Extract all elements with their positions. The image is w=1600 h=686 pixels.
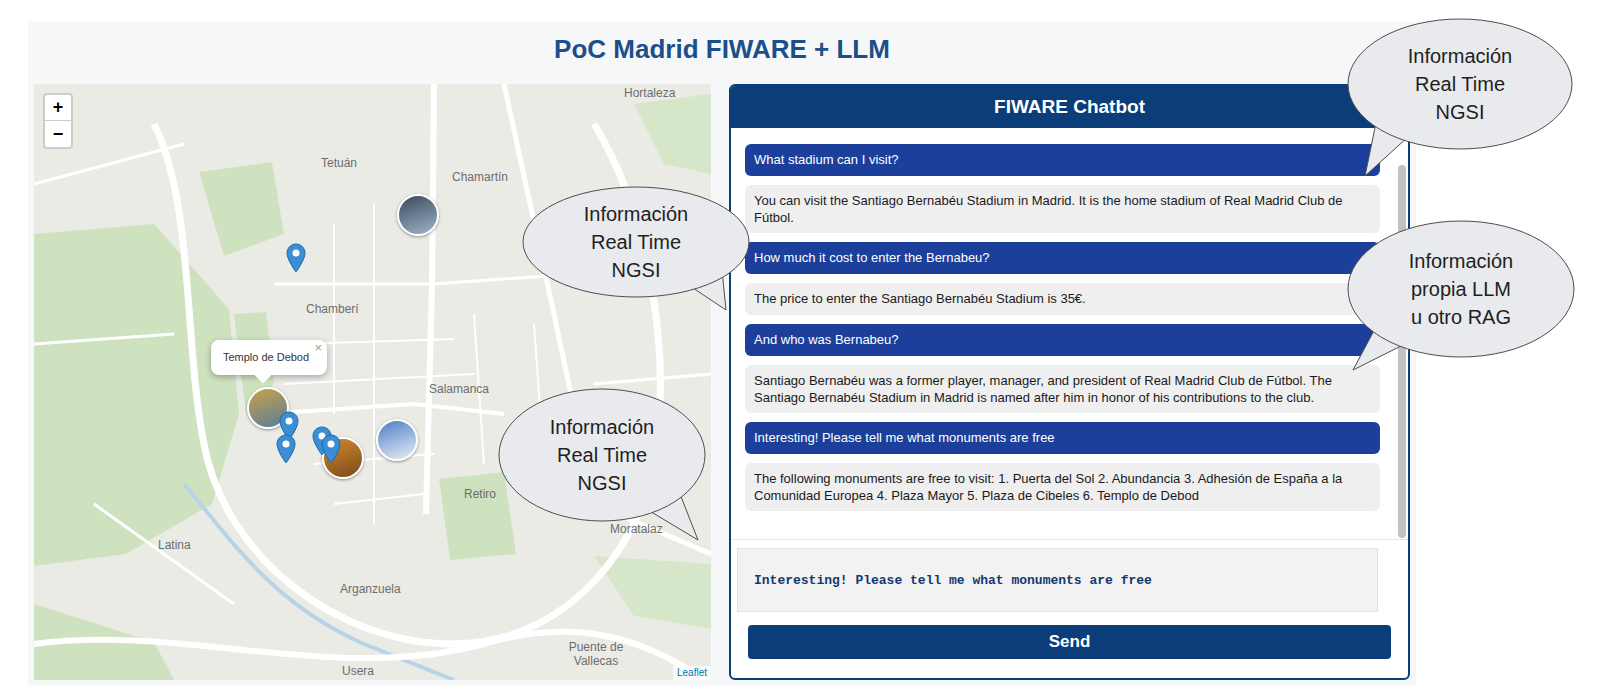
pin-icon[interactable] — [286, 243, 306, 273]
callout-line: NGSI — [578, 469, 627, 497]
message-text: What stadium can I visit? — [754, 152, 899, 167]
send-button[interactable]: Send — [748, 625, 1391, 659]
message-text: And who was Bernabeu? — [754, 332, 899, 347]
message-text: How much it cost to enter the Bernabeu? — [754, 250, 990, 265]
bot-message: You can visit the Santiago Bernabéu Stad… — [745, 185, 1380, 233]
callout-line: NGSI — [1436, 98, 1485, 126]
map[interactable]: Hortaleza Tetuán Chamartín Chamberí Salamanc… — [34, 84, 711, 680]
map-popup: Templo de Debod × — [211, 340, 327, 375]
callout-line: NGSI — [612, 256, 661, 284]
callout-line: Información — [550, 413, 655, 441]
popup-tip — [255, 367, 272, 384]
chat-header: FIWARE Chatbot — [731, 86, 1408, 128]
message-text: Interesting! Please tell me what monumen… — [754, 430, 1055, 445]
page-title: PoC Madrid FIWARE + LLM — [554, 33, 890, 65]
photo-marker-icon[interactable] — [397, 194, 439, 236]
callout-text: InformaciónReal TimeNGSI — [498, 388, 706, 522]
message-list: What stadium can I visit? You can visit t… — [731, 128, 1408, 511]
pin-icon[interactable] — [321, 434, 341, 464]
callout: InformaciónReal TimeNGSI — [498, 388, 706, 522]
map-label: Salamanca — [429, 382, 489, 396]
user-message: What stadium can I visit? — [745, 144, 1380, 176]
callout-line: Real Time — [1415, 70, 1505, 98]
map-attribution[interactable]: Leaflet — [673, 666, 711, 680]
callout-layer: InformaciónReal TimeNGSIInformaciónpropi… — [0, 0, 1600, 686]
message-input[interactable] — [737, 548, 1378, 612]
callout-line: Información — [1408, 42, 1513, 70]
bot-message: The price to enter the Santiago Bernabéu… — [745, 283, 1380, 315]
map-label: Chamartín — [452, 170, 508, 184]
callout-line: propia LLM — [1411, 275, 1511, 303]
popup-text: Templo de Debod — [223, 349, 309, 366]
pin-icon[interactable] — [276, 434, 296, 464]
message-text: Santiago Bernabéu was a former player, m… — [754, 373, 1332, 405]
callout-text: Informaciónpropia LLMu otro RAG — [1347, 220, 1575, 358]
callout: Informaciónpropia LLMu otro RAG — [1347, 220, 1575, 358]
message-text: The following monuments are free to visi… — [754, 471, 1342, 503]
callout: InformaciónReal TimeNGSI — [1347, 18, 1573, 150]
chat-panel: FIWARE Chatbot What stadium can I visit?… — [729, 84, 1410, 680]
popup-close-button[interactable]: × — [314, 341, 322, 355]
user-message: How much it cost to enter the Bernabeu? — [745, 242, 1380, 274]
callout-text: InformaciónReal TimeNGSI — [1347, 18, 1573, 150]
map-label: Arganzuela — [340, 582, 401, 596]
map-label: Retiro — [464, 487, 496, 501]
user-message: Interesting! Please tell me what monumen… — [745, 422, 1380, 454]
callout-line: u otro RAG — [1411, 303, 1511, 331]
callout-line: Real Time — [591, 228, 681, 256]
callout: InformaciónReal TimeNGSI — [522, 186, 750, 298]
callout-text: InformaciónReal TimeNGSI — [522, 186, 750, 298]
map-label: Latina — [158, 538, 191, 552]
composer: Send — [731, 539, 1408, 678]
zoom-out-button[interactable]: − — [45, 121, 71, 147]
chat-title: FIWARE Chatbot — [994, 93, 1145, 122]
zoom-control: +− — [43, 93, 73, 149]
map-label: Moratalaz — [610, 522, 663, 536]
message-text: You can visit the Santiago Bernabéu Stad… — [754, 193, 1342, 225]
map-label: Chamberí — [306, 302, 359, 316]
map-label: Puente de Vallecas — [564, 640, 628, 668]
bot-message: Santiago Bernabéu was a former player, m… — [745, 365, 1380, 413]
title-bar: PoC Madrid FIWARE + LLM — [28, 22, 1416, 84]
content-row: Hortaleza Tetuán Chamartín Chamberí Salamanc… — [28, 84, 1416, 680]
map-label: Usera — [342, 664, 374, 678]
callout-line: Información — [584, 200, 689, 228]
photo-marker-icon[interactable] — [376, 419, 418, 461]
user-message: And who was Bernabeu? — [745, 324, 1380, 356]
map-label: Tetuán — [321, 156, 357, 170]
callout-line: Real Time — [557, 441, 647, 469]
zoom-in-button[interactable]: + — [45, 95, 71, 121]
map-label: Hortaleza — [624, 86, 675, 100]
bot-message: The following monuments are free to visi… — [745, 463, 1380, 511]
map-overlay: Hortaleza Tetuán Chamartín Chamberí Salamanc… — [34, 84, 711, 680]
scrollbar[interactable] — [1398, 165, 1406, 538]
messages-area[interactable]: What stadium can I visit? You can visit t… — [731, 128, 1408, 539]
slide: PoC Madrid FIWARE + LLM — [28, 22, 1416, 686]
callout-line: Información — [1409, 247, 1514, 275]
message-text: The price to enter the Santiago Bernabéu… — [754, 291, 1086, 306]
